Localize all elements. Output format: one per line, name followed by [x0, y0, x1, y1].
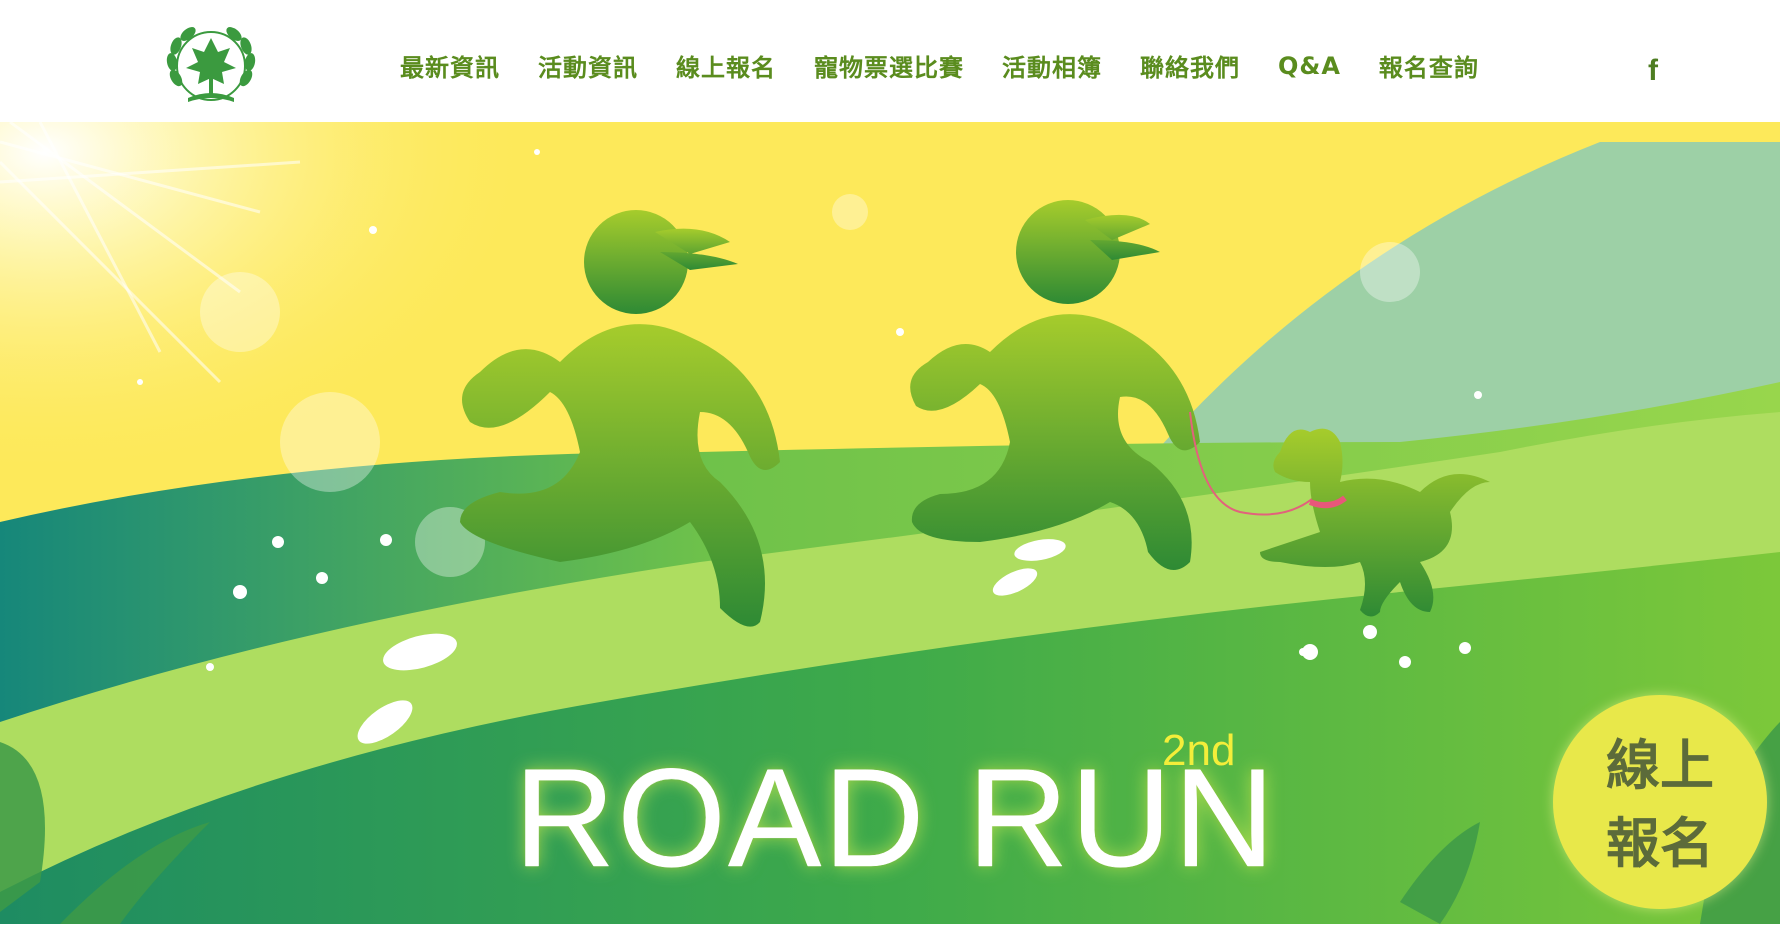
nav-item-contact-us[interactable]: 聯絡我們	[1140, 48, 1240, 83]
hero-banner: 2nd ROAD RUN 線上 報名	[0, 122, 1780, 924]
nav-item-signup-lookup[interactable]: 報名查詢	[1379, 48, 1479, 83]
signup-badge-line2: 報名	[1606, 812, 1714, 875]
facebook-icon[interactable]: f	[1648, 54, 1658, 88]
signup-badge-line1: 線上	[1606, 734, 1714, 797]
nav-item-photo-album[interactable]: 活動相簿	[1002, 48, 1102, 83]
nav-item-latest-news[interactable]: 最新資訊	[400, 48, 500, 83]
main-nav: 最新資訊 活動資訊 線上報名 寵物票選比賽 活動相簿 聯絡我們 Q&A 報名查詢	[400, 48, 1479, 83]
hero-title: ROAD RUN	[514, 739, 1277, 896]
online-signup-button[interactable]: 線上 報名	[1553, 695, 1767, 909]
nav-item-pet-vote[interactable]: 寵物票選比賽	[814, 48, 964, 83]
nav-item-faq[interactable]: Q&A	[1278, 52, 1341, 80]
logo-icon[interactable]	[158, 22, 264, 110]
site-header: 最新資訊 活動資訊 線上報名 寵物票選比賽 活動相簿 聯絡我們 Q&A 報名查詢…	[0, 0, 1780, 122]
nav-item-online-signup[interactable]: 線上報名	[676, 48, 776, 83]
nav-item-event-info[interactable]: 活動資訊	[538, 48, 638, 83]
